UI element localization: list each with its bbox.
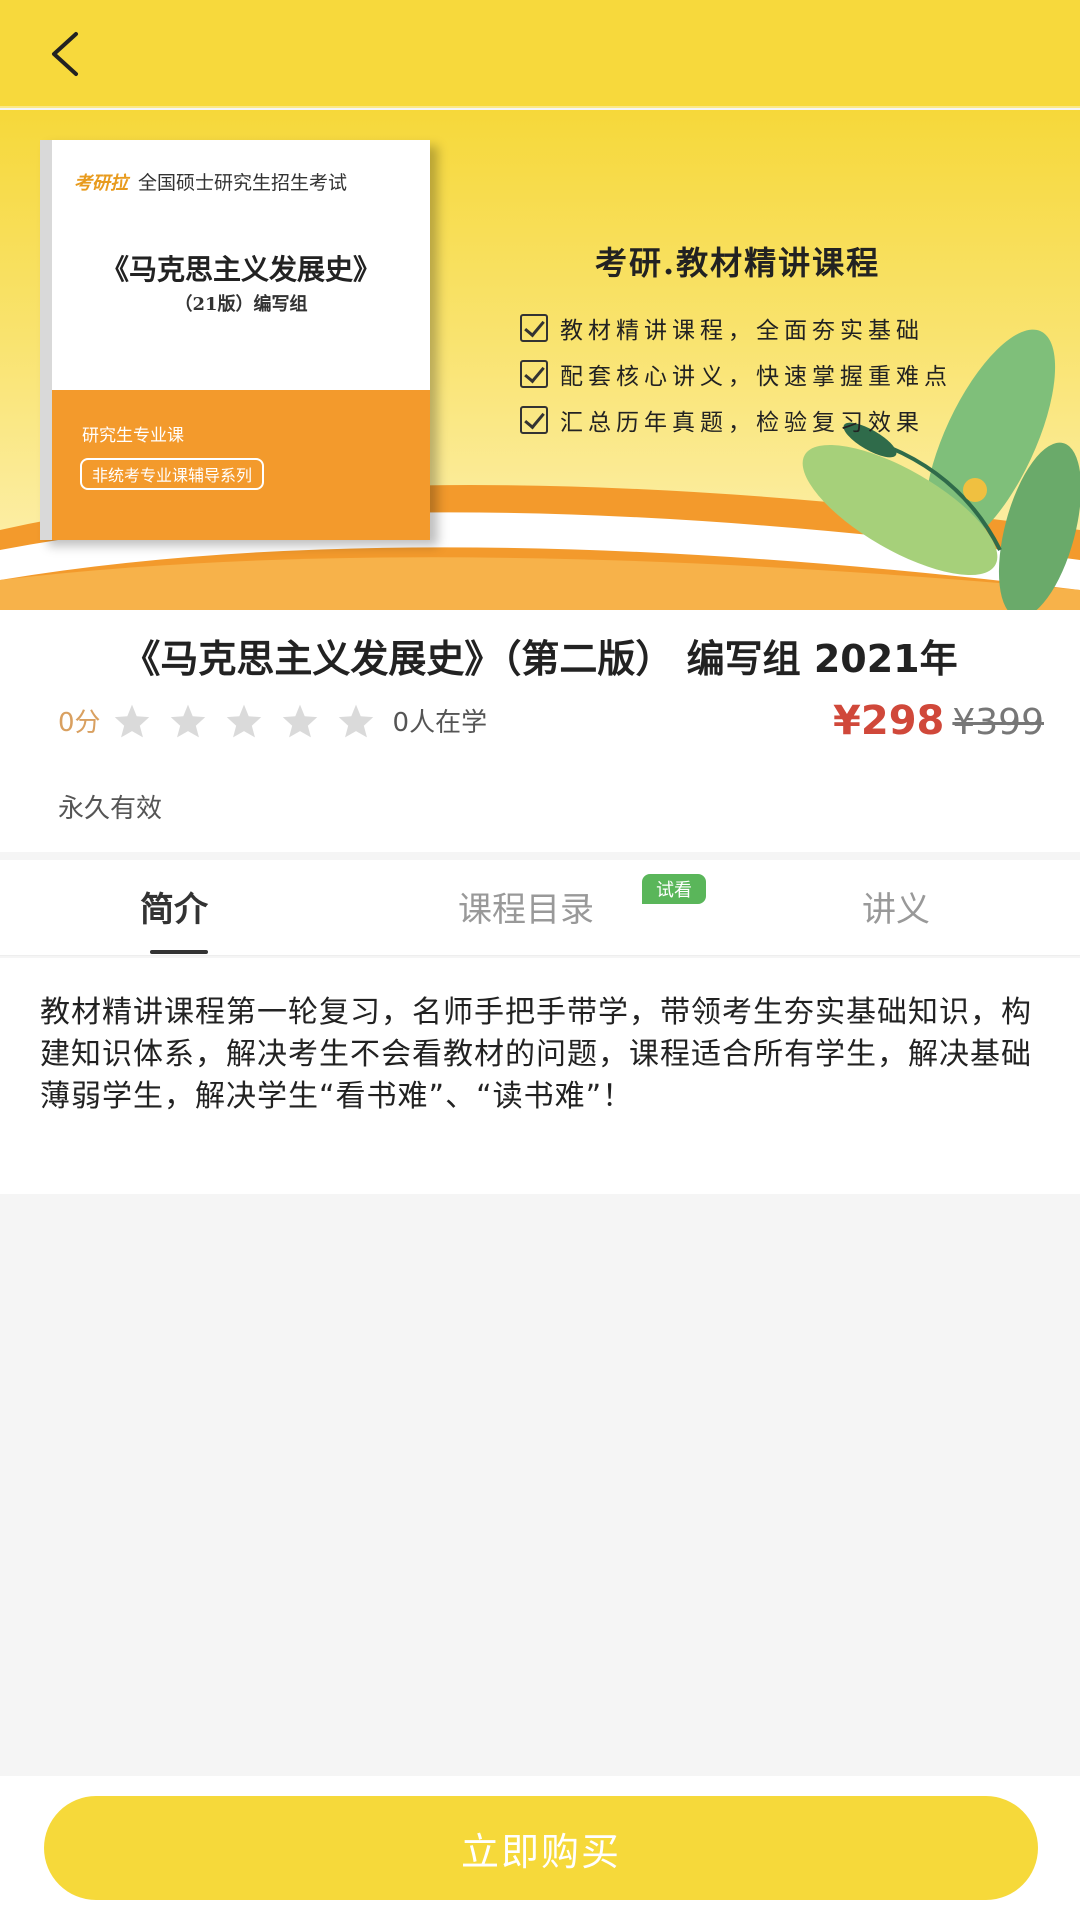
banner-heading: 考研.教材精讲课程 [595, 244, 881, 282]
banner-point-text: 配套核心讲义，快速掌握重难点 [560, 364, 952, 390]
tab-intro[interactable]: 简介 [140, 882, 208, 931]
star-icon [282, 704, 317, 737]
learner-count: 0人在学 [392, 708, 488, 738]
star-icon [170, 704, 205, 737]
book-cover: 考研拉 全国硕士研究生招生考试 《马克思主义发展史》 （21版）编写组 研究生专… [40, 140, 430, 540]
current-price: ¥298 [833, 698, 945, 744]
book-tag-secondary: 非统考专业课辅导系列 [80, 458, 265, 490]
banner-points: 教材精讲课程，全面夯实基础 配套核心讲义，快速掌握重难点 汇总历年真题，检验复习… [520, 305, 952, 443]
chevron-left-icon [52, 32, 78, 76]
original-price: ¥399 [952, 702, 1044, 743]
course-info: 《马克思主义发展史》（第二版） 编写组 2021年 0分 0人在学 ¥298 ¥… [0, 610, 1080, 852]
validity-label: 永久有效 [58, 794, 163, 824]
book-logo: 考研拉 [74, 172, 128, 194]
tab-handouts[interactable]: 讲义 [862, 882, 930, 931]
rating-row: 0分 0人在学 [58, 702, 487, 739]
intro-section: 教材精讲课程第一轮复习，名师手把手带学，带领考生夯实基础知识，构建知识体系，解决… [0, 958, 1080, 1194]
banner-point-text: 汇总历年真题，检验复习效果 [560, 410, 924, 436]
checkbox-icon [520, 406, 548, 434]
rating-score: 0分 [58, 708, 101, 738]
banner-point-text: 教材精讲课程，全面夯实基础 [560, 318, 924, 344]
book-cover-band: 研究生专业课 非统考专业课辅导系列 [52, 390, 430, 540]
star-icon [338, 704, 373, 737]
tab-bar: 简介 课程目录 试看 讲义 [0, 860, 1080, 956]
banner-point: 汇总历年真题，检验复习效果 [520, 397, 952, 443]
footer-bar: 立即购买 [0, 1776, 1080, 1920]
book-subtitle: （21版）编写组 [174, 294, 308, 315]
banner-point: 配套核心讲义，快速掌握重难点 [520, 351, 952, 397]
star-rating [113, 703, 375, 739]
banner-point: 教材精讲课程，全面夯实基础 [520, 305, 952, 351]
tab-catalog[interactable]: 课程目录 [458, 882, 594, 931]
checkbox-icon [520, 314, 548, 342]
course-title: 《马克思主义发展史》（第二版） 编写组 2021年 [122, 637, 958, 681]
star-icon [114, 704, 149, 737]
buy-now-button[interactable]: 立即购买 [44, 1796, 1038, 1900]
trial-badge: 试看 [642, 874, 706, 904]
back-button[interactable] [36, 22, 100, 86]
book-header-text: 全国硕士研究生招生考试 [138, 172, 348, 194]
star-icon [226, 704, 261, 737]
checkbox-icon [520, 360, 548, 388]
book-tag-primary: 研究生专业课 [82, 426, 184, 446]
intro-text: 教材精讲课程第一轮复习，名师手把手带学，带领考生夯实基础知识，构建知识体系，解决… [40, 995, 1032, 1114]
price-box: ¥298 ¥399 [833, 698, 1044, 744]
course-banner: 考研拉 全国硕士研究生招生考试 《马克思主义发展史》 （21版）编写组 研究生专… [0, 110, 1080, 610]
top-bar [0, 0, 1080, 108]
book-title: 《马克思主义发展史》 [100, 253, 381, 286]
active-tab-indicator [150, 950, 208, 954]
